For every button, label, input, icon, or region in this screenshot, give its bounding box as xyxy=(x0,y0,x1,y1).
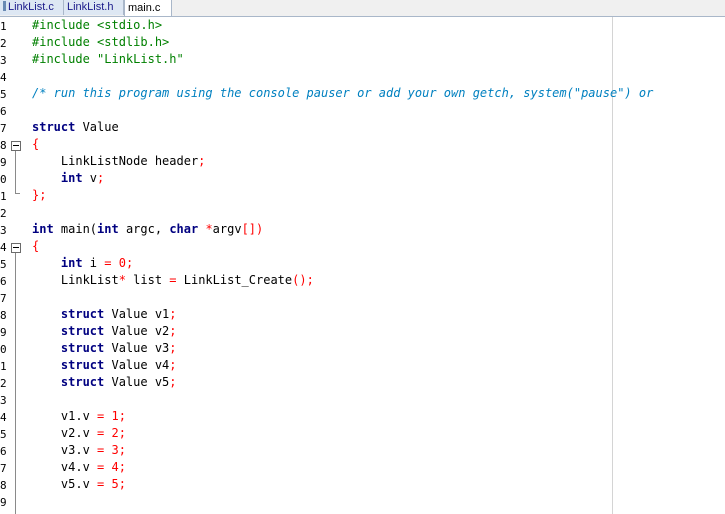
line-number: 7 xyxy=(0,122,7,135)
line-number: 4 xyxy=(0,71,7,84)
code-line: struct Value v5; xyxy=(32,375,177,389)
tab-label: LinkList.h xyxy=(67,1,114,13)
code-line: v1.v = 1; xyxy=(32,409,126,423)
line-number: 6 xyxy=(0,275,7,288)
line-number: 7 xyxy=(0,462,7,475)
line-number: 5 xyxy=(0,258,7,271)
code-line: { xyxy=(32,137,40,151)
line-number: 5 xyxy=(0,428,7,441)
line-number: 1 xyxy=(0,360,7,373)
line-number: 6 xyxy=(0,105,7,118)
line-number: 4 xyxy=(0,411,7,424)
line-number: 9 xyxy=(0,496,7,509)
code-line: struct Value v4; xyxy=(32,358,177,372)
tab-linklist-h[interactable]: LinkList.h xyxy=(64,0,124,15)
line-number: 1 xyxy=(0,190,7,203)
tab-linklist-c[interactable]: LinkList.c xyxy=(0,0,64,15)
line-number: 9 xyxy=(0,156,7,169)
line-number: 2 xyxy=(0,207,7,220)
code-line: #include <stdio.h> xyxy=(32,18,163,32)
code-line: LinkListNode header; xyxy=(32,154,206,168)
code-line: struct Value v3; xyxy=(32,341,177,355)
line-number: 8 xyxy=(0,139,7,152)
line-number: 3 xyxy=(0,224,7,237)
code-line: int v; xyxy=(32,171,105,185)
code-line: struct Value xyxy=(32,120,119,134)
code-line: #include "LinkList.h" xyxy=(32,52,184,66)
code-editor[interactable]: 1 2 3 4 5 6 7 8 9 0 1 2 3 4 5 6 7 8 9 0 … xyxy=(0,17,725,514)
code-line: LinkList* list = LinkList_Create(); xyxy=(32,273,314,287)
line-number: 6 xyxy=(0,445,7,458)
line-number: 7 xyxy=(0,292,7,305)
line-number: 8 xyxy=(0,479,7,492)
line-number: 3 xyxy=(0,394,7,407)
fold-toggle-icon[interactable] xyxy=(11,243,21,253)
code-line: v4.v = 4; xyxy=(32,460,126,474)
tab-label: main.c xyxy=(128,2,161,14)
line-number: 2 xyxy=(0,377,7,390)
fold-end-marker xyxy=(15,193,20,194)
code-line: v3.v = 3; xyxy=(32,443,126,457)
file-icon xyxy=(3,1,6,11)
code-line: }; xyxy=(32,188,47,202)
code-line: int main(int argc, char *argv[]) xyxy=(32,222,264,236)
code-line: struct Value v1; xyxy=(32,307,177,321)
line-number: 0 xyxy=(0,173,7,186)
fold-guide xyxy=(15,151,16,193)
code-line: #include <stdlib.h> xyxy=(32,35,170,49)
line-number: 4 xyxy=(0,241,7,254)
tab-bar: LinkList.c LinkList.h main.c xyxy=(0,0,725,17)
code-line: { xyxy=(32,239,40,253)
line-number: 5 xyxy=(0,88,7,101)
tab-label: LinkList.c xyxy=(8,1,54,13)
code-line: int i = 0; xyxy=(32,256,134,270)
line-number: 2 xyxy=(0,37,7,50)
line-number: 1 xyxy=(0,20,7,33)
code-line: /* run this program using the console pa… xyxy=(32,86,654,100)
line-number: 9 xyxy=(0,326,7,339)
tab-main-c[interactable]: main.c xyxy=(124,0,172,16)
line-number-gutter: 1 2 3 4 5 6 7 8 9 0 1 2 3 4 5 6 7 8 9 0 … xyxy=(0,17,22,514)
code-line: v5.v = 5; xyxy=(32,477,126,491)
line-number: 3 xyxy=(0,54,7,67)
fold-toggle-icon[interactable] xyxy=(11,141,21,151)
code-line: struct Value v2; xyxy=(32,324,177,338)
line-number: 8 xyxy=(0,309,7,322)
code-line: v2.v = 2; xyxy=(32,426,126,440)
fold-guide xyxy=(15,253,16,514)
line-number: 0 xyxy=(0,343,7,356)
